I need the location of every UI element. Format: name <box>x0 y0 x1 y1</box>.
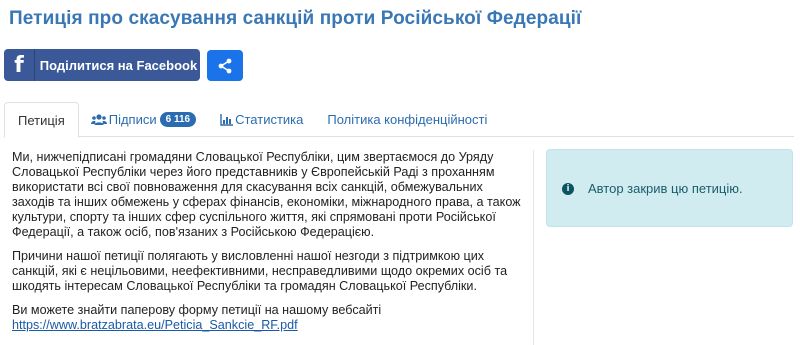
users-icon <box>90 113 107 126</box>
petition-paragraph: Причини нашої петиції полягають у вислов… <box>12 249 508 293</box>
paper-form-link[interactable]: https://www.bratzabrata.eu/Peticia_Sankc… <box>12 318 298 332</box>
petition-paragraph: Ми, нижчепідписані громадяни Словацької … <box>12 150 521 239</box>
share-facebook-label: Поділитися на Facebook <box>39 57 198 73</box>
paper-form-text: Ви можете знайти паперову форму петиції … <box>12 303 382 317</box>
tab-petition-label: Петиція <box>18 112 65 128</box>
alert-text: Автор закрив цю петицію. <box>588 180 743 196</box>
tab-statistics-label: Статистика <box>235 112 304 127</box>
tab-privacy-policy[interactable]: Політика конфіденційності <box>315 102 499 137</box>
share-icon <box>218 58 232 73</box>
tab-signatures[interactable]: Підписи 6 116 <box>79 102 208 137</box>
petition-paragraph: Ви можете знайти паперову форму петиції … <box>12 303 524 333</box>
bar-chart-icon <box>220 113 234 126</box>
tab-privacy-policy-label: Політика конфіденційності <box>327 112 488 127</box>
tab-petition[interactable]: Петиція <box>4 102 79 138</box>
info-icon: i <box>562 183 574 195</box>
column-divider <box>533 150 534 345</box>
petition-text: Ми, нижчепідписані громадяни Словацької … <box>12 150 524 342</box>
tab-signatures-label: Підписи <box>108 112 157 127</box>
share-button[interactable] <box>207 50 243 81</box>
tab-bar: Петиція Підписи 6 116 Статистика Політик… <box>4 102 794 138</box>
facebook-icon: f <box>14 52 24 78</box>
share-facebook-button[interactable]: f Поділитися на Facebook <box>4 49 200 81</box>
tab-statistics[interactable]: Статистика <box>208 102 315 137</box>
petition-closed-alert: i Автор закрив цю петицію. <box>546 149 793 227</box>
page-title: Петиція про скасування санкцій проти Рос… <box>9 8 582 29</box>
signatures-count-badge: 6 116 <box>159 112 197 127</box>
